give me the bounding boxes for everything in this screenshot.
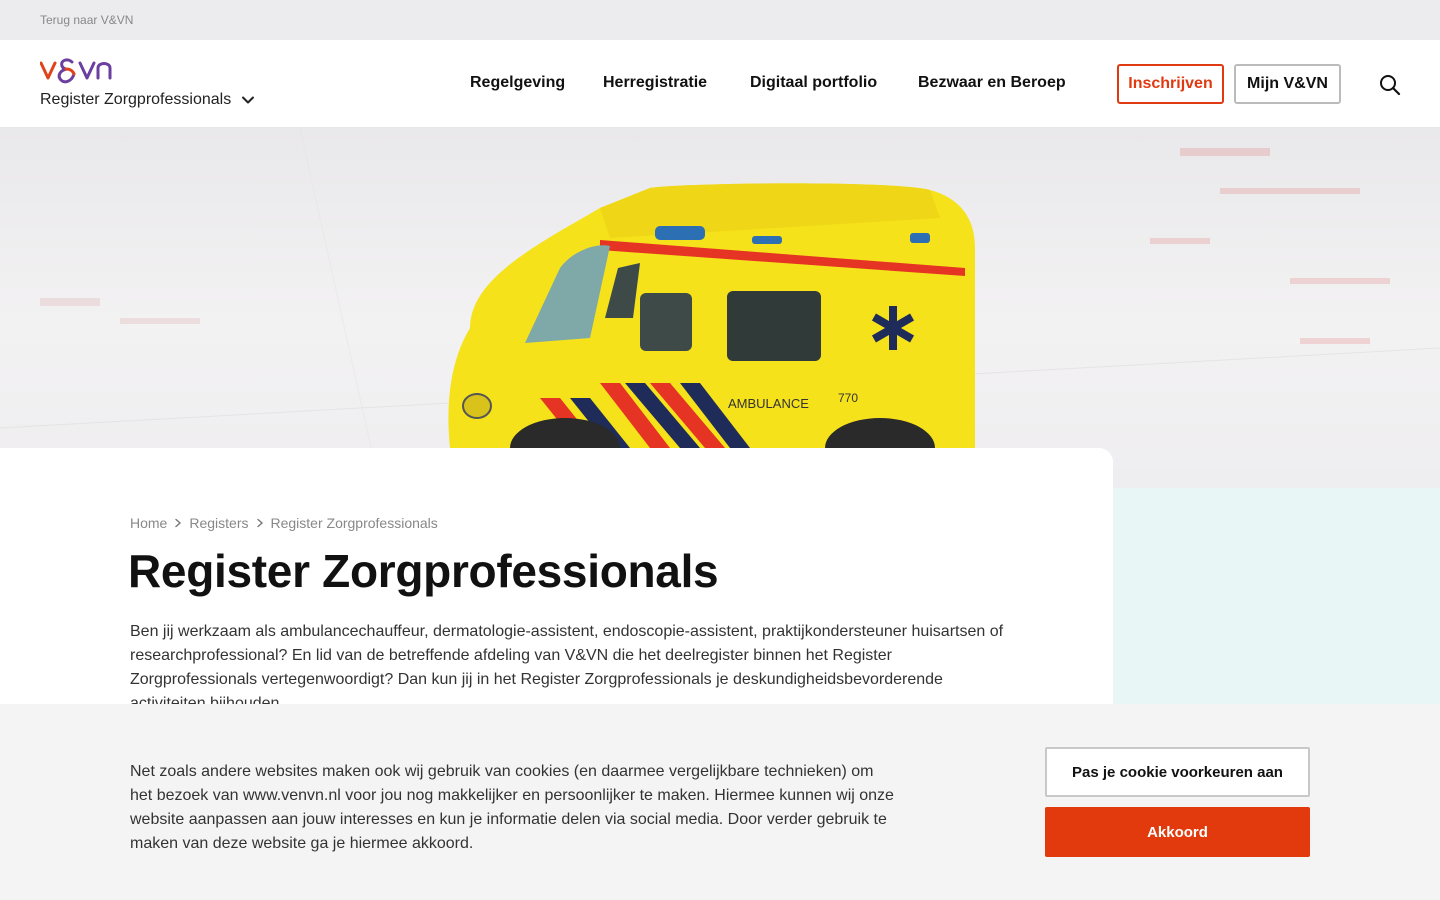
page-title: Register Zorgprofessionals bbox=[128, 545, 719, 597]
side-panel bbox=[1113, 488, 1440, 708]
ambulance-number: 770 bbox=[838, 391, 858, 405]
nav-regelgeving[interactable]: Regelgeving bbox=[470, 74, 565, 92]
cookie-text: Net zoals andere websites maken ook wij … bbox=[130, 763, 894, 852]
chevron-right-icon bbox=[175, 518, 182, 528]
register-selector[interactable]: Register Zorgprofessionals bbox=[40, 91, 255, 109]
chevron-right-icon bbox=[256, 518, 263, 528]
cookie-preferences-button[interactable]: Pas je cookie voorkeuren aan bbox=[1045, 747, 1310, 797]
my-account-button[interactable]: Mijn V&VN bbox=[1234, 64, 1341, 104]
ambulance-text: AMBULANCE bbox=[728, 396, 809, 411]
site-header: Register Zorgprofessionals Regelgeving H… bbox=[0, 40, 1440, 128]
breadcrumb-registers[interactable]: Registers bbox=[189, 515, 248, 531]
venvn-logo[interactable] bbox=[40, 56, 112, 84]
nav-bezwaar-en-beroep[interactable]: Bezwaar en Beroep bbox=[918, 74, 1066, 92]
top-bar: Terug naar V&VN bbox=[0, 0, 1440, 40]
cookie-banner: Net zoals andere websites maken ook wij … bbox=[0, 704, 1440, 900]
search-icon[interactable] bbox=[1378, 73, 1402, 97]
nav-herregistratie[interactable]: Herregistratie bbox=[603, 74, 707, 92]
nav-digitaal-portfolio[interactable]: Digitaal portfolio bbox=[750, 74, 877, 92]
signup-button[interactable]: Inschrijven bbox=[1117, 64, 1224, 104]
breadcrumb-home[interactable]: Home bbox=[130, 515, 167, 531]
toy-ambulance-illustration: AMBULANCE 770 bbox=[0, 128, 1440, 488]
hero-image: AMBULANCE 770 bbox=[0, 128, 1440, 488]
breadcrumb: Home Registers Register Zorgprofessional… bbox=[130, 515, 438, 531]
intro-paragraph: Ben jij werkzaam als ambulancechauffeur,… bbox=[130, 623, 1004, 712]
breadcrumb-current: Register Zorgprofessionals bbox=[270, 515, 438, 531]
cookie-accept-button[interactable]: Akkoord bbox=[1045, 807, 1310, 857]
content-card: Home Registers Register Zorgprofessional… bbox=[0, 448, 1113, 712]
register-selector-label: Register Zorgprofessionals bbox=[40, 91, 232, 108]
chevron-down-icon bbox=[242, 96, 255, 104]
back-to-venvn-link[interactable]: Terug naar V&VN bbox=[40, 13, 133, 27]
